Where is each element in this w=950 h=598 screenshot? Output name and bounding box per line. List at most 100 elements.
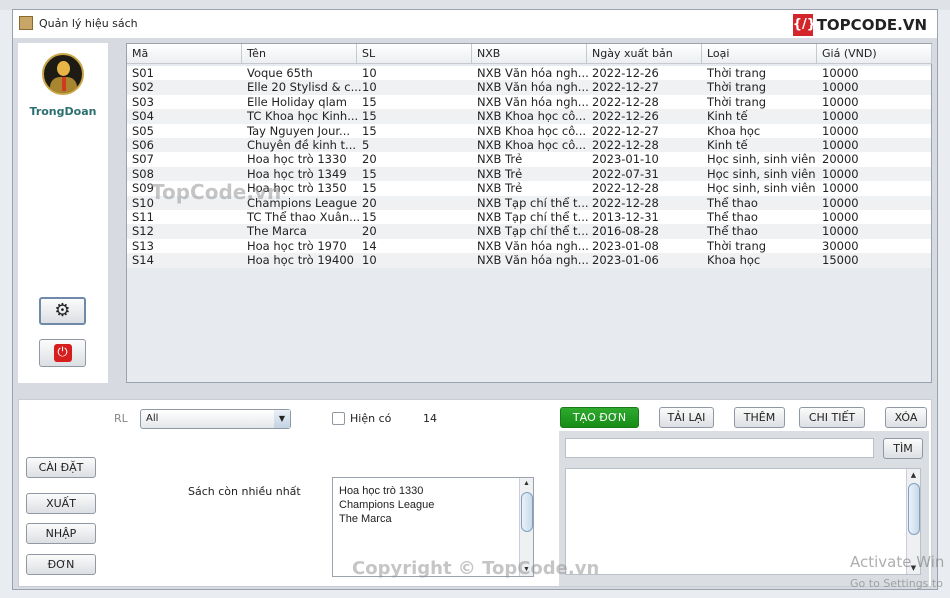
table-cell: 2023-01-08	[592, 238, 659, 253]
most-stock-label: Sách còn nhiều nhất	[188, 485, 301, 498]
table-row[interactable]: S14 Hoa học trò 19400 10 NXB Văn hóa ngh...…	[127, 253, 931, 268]
books-table: Mã Tên SL NXB Ngày xuất bản Loại Giá (VND) S01…	[126, 43, 932, 383]
table-cell: Chuyên đề kinh t...	[247, 138, 357, 152]
logout-button[interactable]: ⏻	[39, 339, 86, 367]
table-cell: Voque 65th	[247, 66, 313, 80]
scroll-thumb[interactable]	[521, 492, 533, 532]
table-cell: Học sinh, sinh viên	[707, 152, 816, 167]
table-cell: 2022-07-31	[592, 166, 659, 181]
column-header[interactable]: Giá (VND)	[817, 44, 932, 64]
table-cell: NXB Khoa học cô...	[477, 123, 587, 138]
table-cell: S04	[132, 109, 154, 124]
table-cell: NXB Trẻ	[477, 166, 523, 181]
activate-windows-subtext: Go to Settings to	[850, 577, 943, 590]
table-cell: 15	[362, 123, 377, 138]
chevron-down-icon: ▼	[274, 410, 290, 428]
table-cell: 30000	[822, 238, 859, 253]
table-cell: 2022-12-26	[592, 66, 659, 80]
table-cell: 10000	[822, 94, 859, 109]
table-row[interactable]: S07 Hoa học trò 1330 20 NXB Trẻ 2023-01-10 Họ…	[127, 152, 931, 167]
delete-button[interactable]: XÓA	[885, 407, 927, 428]
table-row[interactable]: S03 Elle Holiday qlam 15 NXB Văn hóa ngh...…	[127, 94, 931, 110]
table-cell: 2022-12-27	[592, 123, 659, 138]
arrow-up-icon[interactable]: ▲	[907, 469, 920, 481]
power-icon: ⏻	[53, 344, 72, 362]
app-window: Quản lý hiệu sách {/} TOPCODE.VN TrongDoa…	[12, 9, 938, 590]
table-row[interactable]: S02 Elle 20 Stylisd & c... 10 NXB Văn hóa n…	[127, 80, 931, 95]
table-cell: TC Thể thao Xuân...	[247, 210, 361, 224]
table-cell: Thể thao	[707, 210, 758, 224]
table-row[interactable]: S12 The Marca 20 NXB Tạp chí thể t... 2016-0…	[127, 224, 931, 239]
list-item: Champions League	[339, 499, 435, 511]
table-cell: NXB Tạp chí thể t...	[477, 224, 589, 239]
table-cell: 10000	[822, 166, 859, 181]
column-header[interactable]: SL	[357, 44, 472, 64]
column-header[interactable]: NXB	[472, 44, 587, 64]
table-cell: 10	[362, 80, 377, 95]
table-cell: Thể thao	[707, 224, 758, 239]
table-cell: Elle 20 Stylisd & c...	[247, 80, 362, 95]
table-row[interactable]: S13 Hoa học trò 1970 14 NXB Văn hóa ngh... 2…	[127, 238, 931, 254]
table-cell: S07	[132, 152, 154, 167]
export-button[interactable]: XUẤT	[26, 493, 96, 514]
table-cell: S11	[132, 210, 154, 224]
table-cell: 10000	[822, 66, 859, 80]
order-search-input[interactable]	[565, 438, 874, 458]
order-button[interactable]: ĐƠN	[26, 554, 96, 575]
scroll-thumb[interactable]	[908, 483, 920, 535]
table-cell: NXB Tạp chí thể t...	[477, 210, 589, 224]
table-cell: Hoa học trò 1330	[247, 152, 347, 167]
table-cell: 20	[362, 195, 377, 210]
in-stock-checkbox[interactable]	[332, 412, 345, 425]
table-cell: NXB Văn hóa ngh...	[477, 80, 589, 95]
table-cell: 15	[362, 210, 377, 224]
table-row[interactable]: S01 Voque 65th 10 NXB Văn hóa ngh... 2022-12…	[127, 66, 931, 81]
title-bar: Quản lý hiệu sách {/} TOPCODE.VN	[13, 10, 937, 38]
rl-label: RL	[114, 412, 128, 425]
window-title: Quản lý hiệu sách	[39, 17, 138, 30]
table-cell: 2022-12-26	[592, 109, 659, 124]
table-row[interactable]: S06 Chuyên đề kinh t... 5 NXB Khoa học cô..…	[127, 138, 931, 153]
username-label: TrongDoan	[29, 105, 97, 118]
table-cell: S14	[132, 253, 154, 268]
add-button[interactable]: THÊM	[734, 407, 785, 428]
java-app-icon	[19, 16, 33, 30]
sidebar: TrongDoan ⚙ ⏻	[18, 43, 108, 383]
create-order-button[interactable]: TẠO ĐƠN	[560, 407, 639, 428]
import-button[interactable]: NHẬP	[26, 523, 96, 544]
column-header[interactable]: Loại	[702, 44, 817, 64]
column-header[interactable]: Ngày xuất bản	[587, 44, 702, 64]
table-cell: 2016-08-28	[592, 224, 659, 239]
list-item: Hoa học trò 1330	[339, 485, 424, 497]
detail-button[interactable]: CHI TIẾT	[799, 407, 865, 428]
table-cell: 20000	[822, 152, 859, 167]
table-cell: S05	[132, 123, 154, 138]
table-cell: NXB Văn hóa ngh...	[477, 253, 589, 268]
setup-button[interactable]: CÀI ĐẶT	[26, 457, 96, 478]
arrow-up-icon[interactable]: ▲	[520, 478, 533, 490]
table-cell: Hoa học trò 19400	[247, 253, 354, 268]
table-cell: NXB Tạp chí thể t...	[477, 195, 589, 210]
table-cell: 2022-12-28	[592, 94, 659, 109]
table-cell: Tay Nguyen Jour...	[247, 123, 351, 138]
settings-button[interactable]: ⚙	[39, 297, 86, 325]
table-cell: 15000	[822, 253, 859, 268]
table-cell: 15	[362, 94, 377, 109]
reload-button[interactable]: TẢI LẠI	[659, 407, 714, 428]
table-cell: 20	[362, 224, 377, 239]
table-cell: Thời trang	[707, 66, 767, 80]
rl-select[interactable]: All ▼	[140, 409, 291, 429]
table-cell: 2022-12-28	[592, 195, 659, 210]
table-row[interactable]: S11 TC Thể thao Xuân... 15 NXB Tạp chí thể …	[127, 210, 931, 225]
table-cell: NXB Trẻ	[477, 152, 523, 167]
table-cell: S02	[132, 80, 154, 95]
table-cell: NXB Văn hóa ngh...	[477, 94, 589, 109]
find-button[interactable]: TÌM	[883, 438, 923, 459]
column-header[interactable]: Tên	[242, 44, 357, 64]
column-header[interactable]: Mã	[127, 44, 242, 64]
table-cell: 10000	[822, 224, 859, 239]
table-cell: Kinh tế	[707, 109, 748, 124]
table-cell: 10	[362, 253, 377, 268]
table-row[interactable]: S05 Tay Nguyen Jour... 15 NXB Khoa học cô..…	[127, 123, 931, 138]
table-row[interactable]: S04 TC Khoa học Kinh... 15 NXB Khoa học cô.…	[127, 109, 931, 124]
